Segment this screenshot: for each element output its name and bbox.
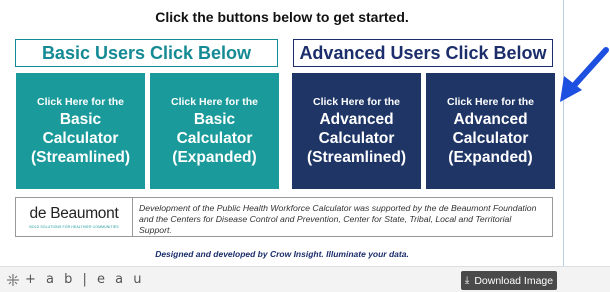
basic-streamlined-button[interactable]: Click Here for the Basic Calculator (Str… [16, 73, 145, 189]
button-line3: (Expanded) [448, 148, 533, 166]
button-line1: Advanced [319, 110, 394, 128]
download-image-button[interactable]: ⤓ Download Image [461, 271, 557, 290]
button-line2: Calculator [452, 129, 529, 147]
tableau-logo[interactable]: + a b | e a u [6, 272, 145, 287]
tableau-mark-icon [7, 273, 19, 286]
designed-by-text: Designed and developed by Crow Insight. … [155, 249, 409, 259]
button-pre-label: Click Here for the [37, 95, 124, 108]
page-title: Click the buttons below to get started. [155, 9, 409, 25]
tableau-toolbar: + a b | e a u ⤓ Download Image [0, 266, 610, 292]
button-line1: Basic [59, 110, 102, 128]
basic-expanded-button[interactable]: Click Here for the Basic Calculator (Exp… [150, 73, 279, 189]
tableau-wordmark: + a b | e a u [25, 272, 145, 287]
dashboard-frame: Click the buttons below to get started. … [0, 0, 564, 266]
button-pre-label: Click Here for the [447, 95, 534, 108]
button-line3: (Streamlined) [306, 148, 407, 166]
download-icon: ⤓ [464, 275, 470, 286]
button-line2: Calculator [318, 129, 395, 147]
button-line3: (Streamlined) [30, 148, 131, 166]
credits-box: de Beaumont BOLD SOLUTIONS FOR HEALTHIER… [15, 197, 553, 237]
logo-tagline: BOLD SOLUTIONS FOR HEALTHIER COMMUNITIES [29, 225, 119, 229]
logo-wordmark: de Beaumont [29, 205, 119, 222]
de-beaumont-logo: de Beaumont BOLD SOLUTIONS FOR HEALTHIER… [16, 198, 133, 236]
basic-users-heading: Basic Users Click Below [15, 39, 278, 67]
download-label: Download Image [474, 274, 554, 287]
button-line2: Calculator [42, 129, 119, 147]
button-line2: Calculator [176, 129, 253, 147]
advanced-users-heading: Advanced Users Click Below [293, 39, 553, 67]
button-line3: (Expanded) [172, 148, 257, 166]
button-line1: Advanced [453, 110, 528, 128]
button-pre-label: Click Here for the [313, 95, 400, 108]
advanced-expanded-button[interactable]: Click Here for the Advanced Calculator (… [426, 73, 555, 189]
button-line1: Basic [193, 110, 236, 128]
button-pre-label: Click Here for the [171, 95, 258, 108]
credits-text: Development of the Public Health Workfor… [139, 203, 537, 235]
advanced-streamlined-button[interactable]: Click Here for the Advanced Calculator (… [292, 73, 421, 189]
pointer-arrow-icon [560, 47, 609, 102]
